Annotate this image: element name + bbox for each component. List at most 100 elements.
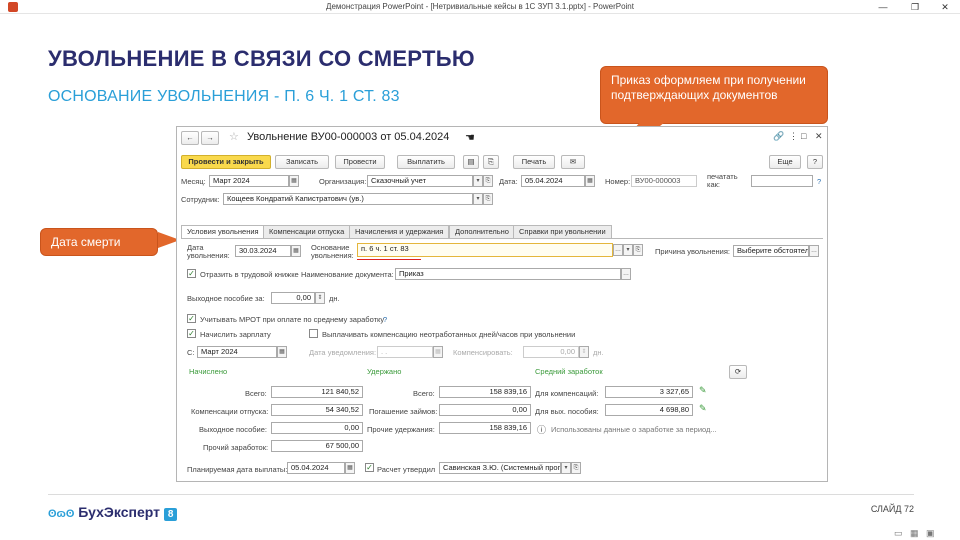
reason-label: Причина увольнения: [655, 247, 730, 256]
month-calendar-icon[interactable]: ▦ [289, 175, 299, 187]
number-field[interactable]: ВУ00-000003 [631, 175, 697, 187]
tab-additional[interactable]: Дополнительно [449, 225, 515, 238]
refresh-button[interactable]: ⟳ [729, 365, 747, 379]
for-severance: 4 698,80 [605, 404, 693, 416]
mail-icon[interactable]: ✉ [561, 155, 585, 169]
compensate-field[interactable]: 0,00 [523, 346, 579, 358]
callout-order: Приказ оформляем при получении подтвержд… [600, 66, 828, 124]
mrot-label: Учитывать МРОТ при оплате по среднему за… [200, 315, 385, 324]
approved-field[interactable]: Савинская З.Ю. (Системный прог [439, 462, 561, 474]
normal-view-icon[interactable]: ▭ [894, 528, 903, 539]
date-field[interactable]: 05.04.2024 [521, 175, 585, 187]
pay-button[interactable]: Выплатить [397, 155, 455, 169]
month-field[interactable]: Март 2024 [209, 175, 289, 187]
print-as-field[interactable] [751, 175, 813, 187]
edit-severance-icon[interactable]: ✎ [699, 403, 707, 414]
more-button[interactable]: Еще [769, 155, 801, 169]
org-open-icon[interactable]: ⎘ [483, 175, 493, 187]
approved-checkbox[interactable]: ✓ [365, 463, 374, 472]
dismissal-calendar-icon[interactable]: ▦ [291, 245, 301, 257]
planned-date-field[interactable]: 05.04.2024 [287, 462, 345, 474]
hand-cursor-icon: ☚ [465, 132, 475, 144]
employee-label: Сотрудник: [181, 195, 220, 204]
pay-comp-checkbox[interactable]: ✓ [309, 329, 318, 338]
menu-icon[interactable]: ⋮ [789, 131, 798, 142]
company-logo: ʘɷʘ БухЭксперт 8 [48, 504, 178, 521]
reason-choose-icon[interactable]: … [809, 245, 819, 257]
notice-calendar-icon[interactable]: ▦ [433, 346, 443, 358]
print-button[interactable]: Печать [513, 155, 555, 169]
approved-open-icon[interactable]: ⎘ [571, 462, 581, 474]
tab-accruals[interactable]: Начисления и удержания [349, 225, 450, 238]
edit-comp-icon[interactable]: ✎ [699, 385, 707, 396]
link-icon[interactable]: 🔗 [773, 131, 784, 142]
approved-dropdown-icon[interactable]: ▾ [561, 462, 571, 474]
slide-number: СЛАЙД 72 [870, 504, 914, 514]
tab-certificates[interactable]: Справки при увольнении [513, 225, 612, 238]
close-button[interactable]: ✕ [930, 0, 960, 14]
attachment-icon[interactable]: ⎘ [483, 155, 499, 169]
for-comp-label: Для компенсаций: [535, 389, 599, 398]
tab-vacation-comp[interactable]: Компенсации отпуска [263, 225, 351, 238]
tab-divider [181, 238, 823, 239]
approved-label: Расчет утвердил [377, 465, 436, 474]
holiday-unit: дн. [329, 294, 340, 303]
employee-dropdown-icon[interactable]: ▾ [473, 193, 483, 205]
from-field[interactable]: Март 2024 [197, 346, 277, 358]
forward-button[interactable]: → [201, 131, 219, 145]
for-severance-label: Для вых. пособия: [535, 407, 599, 416]
mrot-help[interactable]: ? [383, 315, 387, 324]
planned-date-calendar-icon[interactable]: ▦ [345, 462, 355, 474]
notice-field[interactable]: . . [377, 346, 433, 358]
back-button[interactable]: ← [181, 131, 199, 145]
slide-sorter-icon[interactable]: ▦ [910, 528, 919, 539]
basis-dropdown-icon[interactable]: ▾ [623, 244, 633, 256]
docname-field[interactable]: Приказ [395, 268, 621, 280]
info-text[interactable]: Использованы данные о заработке за перио… [551, 425, 717, 434]
window-titlebar: Демонстрация PowerPoint - [Нетривиальные… [0, 0, 960, 14]
holiday-field[interactable]: 0,00 [271, 292, 315, 304]
from-label: С: [187, 348, 195, 357]
reading-view-icon[interactable]: ▣ [926, 528, 935, 539]
reflect-checkbox[interactable]: ✓ [187, 269, 196, 278]
dismissal-date-label: Дата увольнения: [187, 243, 230, 260]
holiday-spin-icon[interactable]: ⇕ [315, 292, 325, 304]
accrued-header: Начислено [189, 367, 228, 376]
basis-choose-icon[interactable]: … [613, 244, 623, 256]
docname-label: Наименование документа: [301, 270, 394, 279]
from-calendar-icon[interactable]: ▦ [277, 346, 287, 358]
basis-open-icon[interactable]: ⎘ [633, 244, 643, 256]
org-dropdown-icon[interactable]: ▾ [473, 175, 483, 187]
maximize-form-icon[interactable]: □ [801, 131, 806, 141]
restore-button[interactable]: ❐ [900, 0, 930, 14]
employee-field[interactable]: Кощеев Кондратий Капистратович (ув.) [223, 193, 473, 205]
mrot-checkbox[interactable]: ✓ [187, 314, 196, 323]
org-field[interactable]: Сказочный учет [367, 175, 473, 187]
tab-conditions[interactable]: Условия увольнения [181, 225, 265, 239]
holiday-label: Выходное пособие за: [187, 294, 265, 303]
salary-checkbox[interactable]: ✓ [187, 329, 196, 338]
other-withheld: 158 839,16 [439, 422, 531, 434]
basis-field[interactable]: п. 6 ч. 1 ст. 83 [357, 243, 613, 257]
docname-choose-icon[interactable]: … [621, 268, 631, 280]
other: 67 500,00 [271, 440, 363, 452]
logo-mark-icon: ʘɷʘ [48, 508, 75, 520]
employee-open-icon[interactable]: ⎘ [483, 193, 493, 205]
compensate-spin-icon[interactable]: ⇕ [579, 346, 589, 358]
vacation-comp: 54 340,52 [271, 404, 363, 416]
post-button[interactable]: Провести [335, 155, 385, 169]
print-as-help[interactable]: ? [817, 177, 821, 186]
close-form-icon[interactable]: ✕ [815, 131, 823, 142]
reflect-label: Отразить в трудовой книжке [200, 270, 299, 279]
help-button[interactable]: ? [807, 155, 823, 169]
dismissal-date-field[interactable]: 30.03.2024 [235, 245, 291, 257]
report-icon[interactable]: ▤ [463, 155, 479, 169]
minimize-button[interactable]: — [868, 0, 898, 14]
post-close-button[interactable]: Провести и закрыть [181, 155, 271, 169]
favorite-star-icon[interactable]: ☆ [229, 130, 239, 143]
date-calendar-icon[interactable]: ▦ [585, 175, 595, 187]
compensate-label: Компенсировать: [453, 348, 513, 357]
reason-field[interactable]: Выберите обстоятел [733, 245, 809, 257]
save-button[interactable]: Записать [275, 155, 329, 169]
date-label: Дата: [499, 177, 518, 186]
